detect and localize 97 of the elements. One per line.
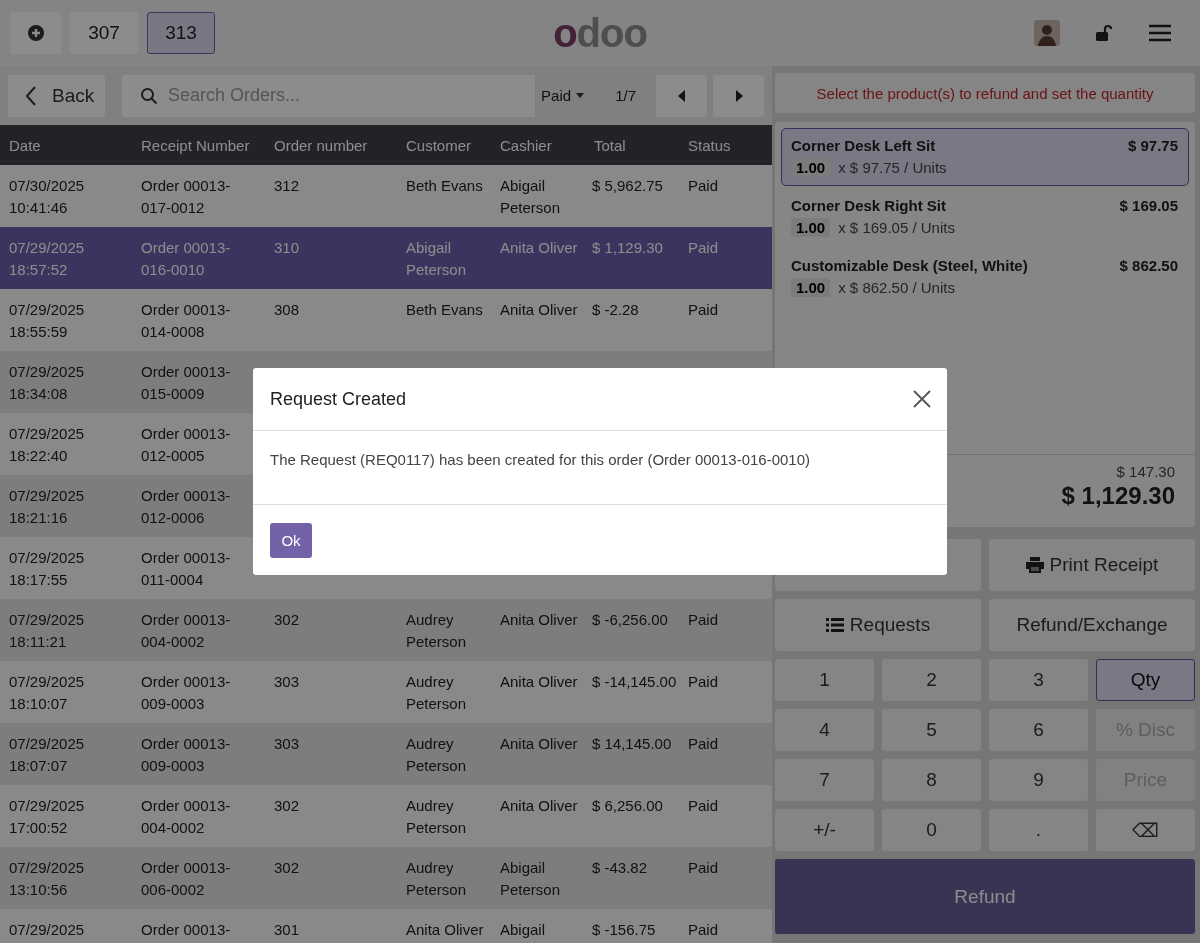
table-cell-text: 07/30/2025 10:41:46 xyxy=(9,176,86,218)
table-cell-text: Audrey Peterson xyxy=(406,858,468,900)
table-cell-text: Abigail Peterson xyxy=(500,858,562,900)
quantity-badge: 1.00 xyxy=(791,158,831,177)
table-cell-text: Beth Evans xyxy=(406,176,483,196)
table-cell-text: Order 00013- xyxy=(141,920,231,940)
table-cell-text: $ 5,962.75 xyxy=(592,176,663,196)
table-cell-text: Audrey Peterson xyxy=(406,610,468,652)
table-cell-text: 07/29/2025 18:17:55 xyxy=(9,548,86,590)
unit-price: x $ 862.50 / Units xyxy=(838,279,955,296)
table-cell-text: Order 00013-011-0004 xyxy=(141,548,232,590)
table-cell-text: $ -14,145.00 xyxy=(592,672,677,692)
table-cell-text: 302 xyxy=(274,610,300,630)
table-cell-text: 312 xyxy=(274,176,300,196)
product-name: Corner Desk Right Sit xyxy=(791,197,947,214)
quantity-badge: 1.00 xyxy=(791,278,831,297)
table-cell-text: $ 14,145.00 xyxy=(592,734,672,754)
dialog-title: Request Created xyxy=(270,388,407,410)
table-cell-text: Abigail xyxy=(500,920,546,940)
table-cell-text: Paid xyxy=(688,300,719,320)
table-cell-text: Order 00013-006-0002 xyxy=(141,858,232,900)
table-cell-text: Anita Oliver xyxy=(500,672,578,692)
column-header: Order number xyxy=(273,136,369,154)
line-price: $ 97.75 xyxy=(1127,137,1178,154)
table-cell-text: Anita Oliver xyxy=(500,796,578,816)
table-cell-text: 310 xyxy=(274,238,300,258)
table-cell-text: Anita Oliver xyxy=(500,300,578,320)
table-cell-text: Paid xyxy=(688,672,719,692)
table-cell-text: $ -6,256.00 xyxy=(592,610,668,630)
table-cell-text: 07/29/2025 xyxy=(9,920,85,940)
table-cell-text: 302 xyxy=(274,858,300,878)
column-header: Total xyxy=(593,136,627,154)
table-cell-text: 07/29/2025 18:11:21 xyxy=(9,610,86,652)
table-cell-text: 07/29/2025 13:10:56 xyxy=(9,858,86,900)
table-cell-text: Abigail Peterson xyxy=(406,238,468,280)
table-cell-text: Order 00013-009-0003 xyxy=(141,672,232,714)
page-indicator: 1/7 xyxy=(615,87,636,104)
table-cell-text: $ -2.28 xyxy=(592,300,639,320)
table-cell-text: Abigail Peterson xyxy=(500,176,562,218)
table-cell-text: 07/29/2025 18:21:16 xyxy=(9,486,86,528)
table-cell-text: Beth Evans xyxy=(406,300,483,320)
table-cell-text: Paid xyxy=(688,734,719,754)
product-name: Customizable Desk (Steel, White) xyxy=(791,257,1028,274)
table-cell-text: 07/29/2025 18:10:07 xyxy=(9,672,86,714)
table-cell-text: Paid xyxy=(688,610,719,630)
table-cell-text: Paid xyxy=(688,796,719,816)
line-price: $ 169.05 xyxy=(1119,197,1178,214)
table-cell-text: $ 6,256.00 xyxy=(592,796,663,816)
table-cell-text: 07/29/2025 17:00:52 xyxy=(9,796,86,838)
table-cell-text: Paid xyxy=(688,920,719,940)
tax-amount: $ 147.30 xyxy=(1116,463,1175,480)
unit-price: x $ 169.05 / Units xyxy=(838,219,955,236)
table-cell-text: 301 xyxy=(274,920,300,940)
table-cell-text: Order 00013-004-0002 xyxy=(141,610,232,652)
column-header: Cashier xyxy=(499,136,553,154)
table-cell-text: $ -43.82 xyxy=(592,858,648,878)
table-cell-text: Anita Oliver xyxy=(500,734,578,754)
table-cell-text: Order 00013-012-0006 xyxy=(141,486,232,528)
quantity-badge: 1.00 xyxy=(791,218,831,237)
table-cell-text: Order 00013-015-0009 xyxy=(141,362,232,404)
table-cell-text: 07/29/2025 18:57:52 xyxy=(9,238,86,280)
column-header: Status xyxy=(687,136,732,154)
unit-price: x $ 97.75 / Units xyxy=(838,159,947,176)
table-cell-text: Order 00013-004-0002 xyxy=(141,796,232,838)
table-cell-text: Audrey Peterson xyxy=(406,734,468,776)
instruction-text: Select the product(s) to refund and set the quantity xyxy=(816,84,1154,102)
column-header: Receipt Number xyxy=(140,136,251,154)
table-cell-text: $ -156.75 xyxy=(592,920,656,940)
table-cell-text: 308 xyxy=(274,300,300,320)
table-cell-text: Order 00013-009-0003 xyxy=(141,734,232,776)
table-cell-text: Anita Oliver xyxy=(500,610,578,630)
total-amount: $ 1,129.30 xyxy=(1061,482,1175,510)
table-cell-text: Paid xyxy=(688,176,719,196)
line-price: $ 862.50 xyxy=(1119,257,1178,274)
logo: odoo xyxy=(553,11,647,55)
table-cell-text: Audrey Peterson xyxy=(406,796,468,838)
column-header: Date xyxy=(8,136,42,154)
table-cell-text: Order 00013-014-0008 xyxy=(141,300,232,342)
table-cell-text: Audrey Peterson xyxy=(406,672,468,714)
table-cell-text: $ 1,129.30 xyxy=(592,238,663,258)
table-cell-text: 07/29/2025 18:34:08 xyxy=(9,362,86,404)
table-cell-text: Order 00013-012-0005 xyxy=(141,424,232,466)
table-cell-text: Anita Oliver xyxy=(406,920,484,940)
table-cell-text: 302 xyxy=(274,796,300,816)
column-header: Customer xyxy=(405,136,473,154)
table-cell-text: 07/29/2025 18:07:07 xyxy=(9,734,86,776)
table-cell-text: Order 00013-016-0010 xyxy=(141,238,232,280)
dialog-message: The Request (REQ0117) has been created for this order (Order 00013-016-0010) xyxy=(270,451,811,468)
table-cell-text: Paid xyxy=(688,858,719,878)
table-cell-text: 07/29/2025 18:22:40 xyxy=(9,424,86,466)
table-cell-text: Anita Oliver xyxy=(500,238,578,258)
product-name: Corner Desk Left Sit xyxy=(791,137,936,154)
table-cell-text: Order 00013-017-0012 xyxy=(141,176,232,218)
table-cell-text: Paid xyxy=(688,238,719,258)
table-cell-text: 303 xyxy=(274,672,300,692)
table-cell-text: 303 xyxy=(274,734,300,754)
table-cell-text: 07/29/2025 18:55:59 xyxy=(9,300,86,342)
